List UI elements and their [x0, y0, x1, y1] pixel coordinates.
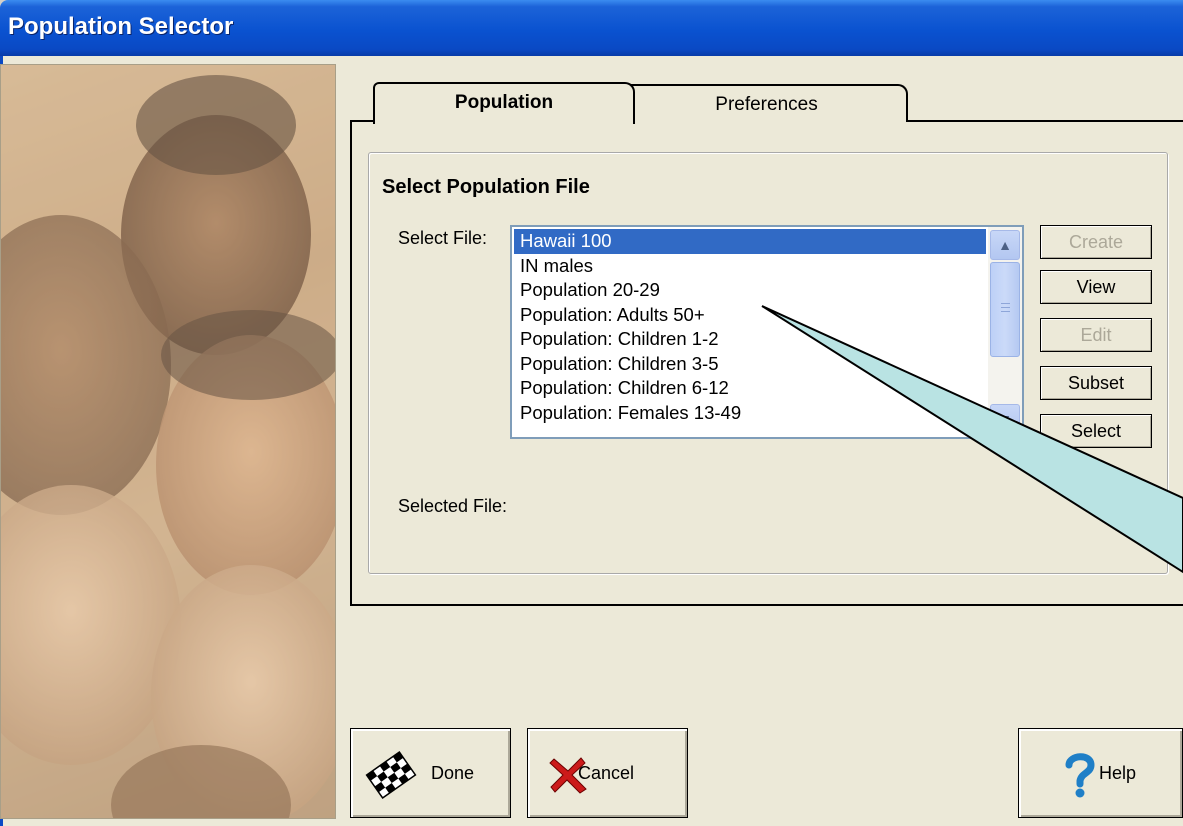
cancel-label: Cancel	[578, 763, 635, 783]
select-button[interactable]: Select	[1040, 414, 1152, 448]
scroll-up-button[interactable]: ▲	[990, 230, 1020, 260]
window-title: Population Selector	[8, 13, 234, 40]
scroll-down-button[interactable]: ▼	[990, 404, 1020, 434]
list-item[interactable]: Population: Females 13-49	[514, 401, 986, 426]
chevron-down-icon: ▼	[998, 411, 1012, 427]
people-photo	[0, 64, 336, 819]
list-item[interactable]: Population 20-29	[514, 278, 986, 303]
population-file-list[interactable]: Hawaii 100 IN males Population 20-29 Pop…	[510, 225, 1024, 439]
tab-preferences[interactable]: Preferences	[625, 84, 908, 122]
create-button[interactable]: Create	[1040, 225, 1152, 259]
people-photo-illustration	[1, 65, 335, 818]
chevron-up-icon: ▲	[998, 237, 1012, 253]
list-item[interactable]: IN males	[514, 254, 986, 279]
help-button[interactable]: Help	[1018, 728, 1183, 818]
list-item[interactable]: Population: Children 1-2	[514, 327, 986, 352]
list-item[interactable]: Population: Adults 50+	[514, 303, 986, 328]
cancel-button[interactable]: Cancel	[527, 728, 688, 818]
scrollbar-thumb[interactable]	[990, 262, 1020, 357]
checkered-flag-icon	[365, 751, 417, 799]
group-title: Select Population File	[382, 176, 590, 198]
tab-population[interactable]: Population	[373, 82, 635, 124]
view-button[interactable]: View	[1040, 270, 1152, 304]
done-button[interactable]: Done	[350, 728, 511, 818]
done-label: Done	[431, 763, 475, 783]
question-mark-icon	[1065, 753, 1095, 798]
select-file-label: Select File:	[398, 228, 488, 248]
subset-button[interactable]: Subset	[1040, 366, 1152, 400]
vertical-scrollbar[interactable]: ▲ ▼	[988, 227, 1022, 437]
list-item[interactable]: Population: Children 3-5	[514, 352, 986, 377]
edit-button[interactable]: Edit	[1040, 318, 1152, 352]
list-item[interactable]: Population: Children 6-12	[514, 376, 986, 401]
title-bar[interactable]: Population Selector	[0, 0, 1183, 56]
help-label: Help	[1099, 763, 1137, 783]
selected-file-label: Selected File:	[398, 496, 508, 516]
list-item[interactable]: Hawaii 100	[514, 229, 986, 254]
